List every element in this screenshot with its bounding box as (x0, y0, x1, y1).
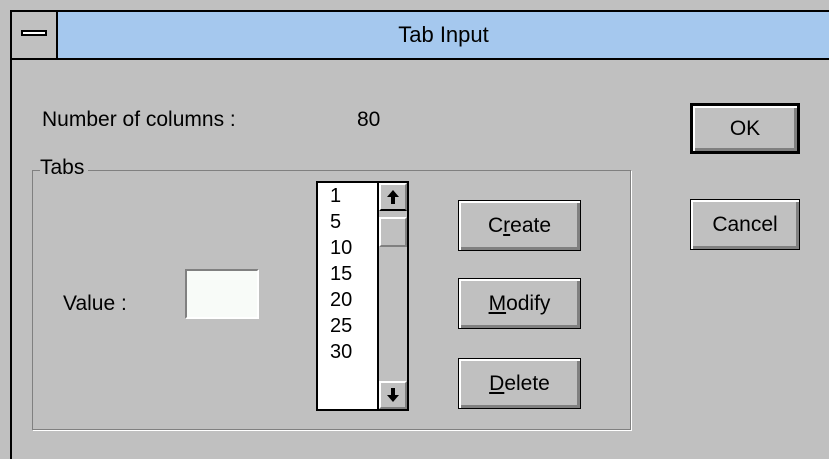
system-menu-icon (21, 30, 47, 36)
list-item[interactable]: 10 (318, 235, 375, 261)
title-bar: Tab Input (12, 12, 829, 60)
list-item[interactable]: 20 (318, 287, 375, 313)
value-label: Value : (63, 292, 127, 315)
ok-button[interactable]: OK (690, 103, 800, 154)
list-scrollbar[interactable] (377, 183, 407, 409)
delete-button[interactable]: Delete (458, 358, 581, 409)
scroll-down-button[interactable] (379, 381, 407, 409)
tabs-listbox[interactable]: 1 5 10 15 20 25 30 (316, 181, 409, 411)
tabs-list: 1 5 10 15 20 25 30 (318, 183, 375, 409)
modify-button[interactable]: Modify (458, 278, 581, 329)
scroll-up-button[interactable] (379, 183, 407, 211)
list-item[interactable]: 25 (318, 313, 375, 339)
system-menu-button[interactable] (12, 12, 58, 58)
cancel-button[interactable]: Cancel (690, 199, 800, 250)
list-item[interactable]: 5 (318, 209, 375, 235)
value-input[interactable] (185, 269, 259, 319)
arrow-down-icon (387, 388, 399, 402)
list-item[interactable]: 30 (318, 339, 375, 365)
window-title: Tab Input (398, 22, 489, 47)
list-item[interactable]: 15 (318, 261, 375, 287)
create-button[interactable]: Cr eate (458, 200, 581, 251)
tabs-group-title: Tabs (40, 156, 89, 180)
columns-label: Number of columns : (42, 108, 236, 131)
scroll-thumb[interactable] (379, 217, 407, 247)
arrow-up-icon (387, 190, 399, 204)
list-item[interactable]: 1 (318, 183, 375, 209)
columns-value: 80 (357, 108, 381, 131)
